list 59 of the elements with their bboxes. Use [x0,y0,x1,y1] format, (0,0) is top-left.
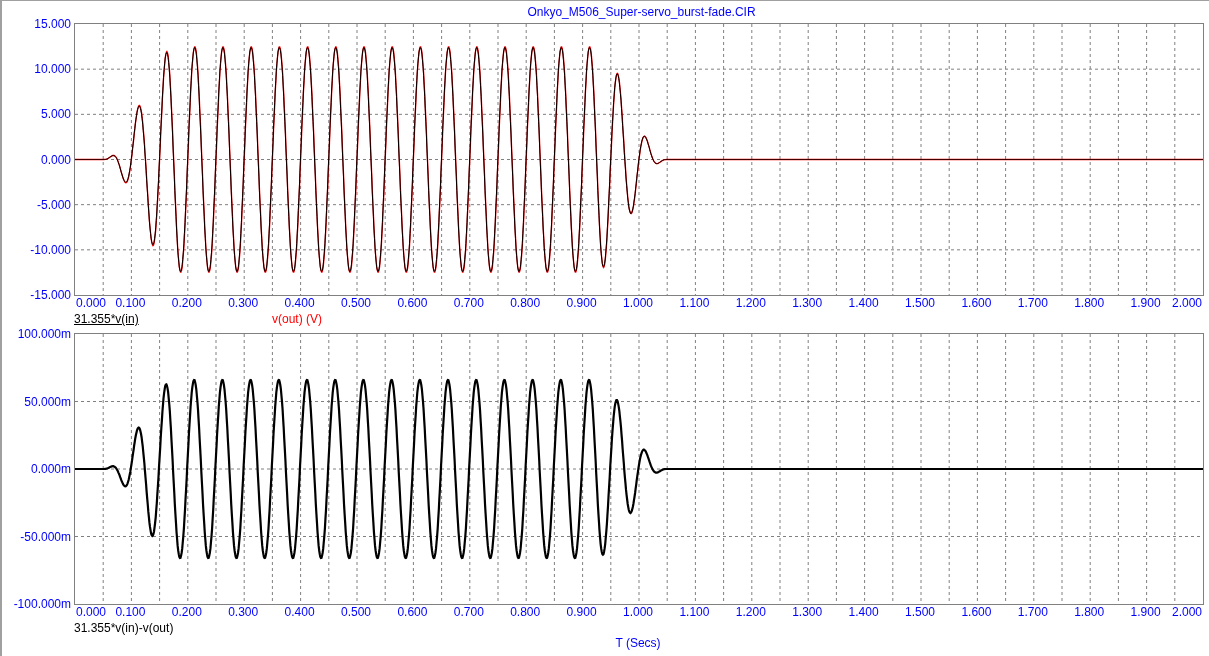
y-tick-label: 5.000 [40,108,71,121]
x-tick-label: 0.400 [284,297,315,309]
x-tick-label: 0.700 [453,297,484,309]
y-tick-label: -10.000 [30,243,71,256]
x-tick-label: 1.300 [792,297,823,309]
x-tick-label: 1.500 [905,606,935,618]
x-tick-label: 1.100 [679,297,710,309]
x-tick-label: 1.100 [679,606,710,618]
x-tick-label: 1.700 [1017,297,1048,309]
x-tick-label: 1.400 [848,297,879,309]
x-tick-label: 0.900 [566,606,597,618]
trace-legend: 31.355*v(in) [74,313,139,325]
y-tick-label: 10.000 [34,63,71,76]
x-axis-title: T (Secs) [615,637,661,649]
x-tick-label: 0.600 [397,606,428,618]
x-tick-label: 1.800 [1074,297,1105,309]
y-tick-label: -15.000 [30,289,71,301]
x-tick-label: 1.200 [735,606,766,618]
x-tick-label: 0.900 [566,297,597,309]
trace-legend: 31.355*v(in)-v(out) [74,622,174,634]
x-tick-label: 1.600 [961,606,992,618]
y-tick-label: 15.000 [34,18,71,30]
x-tick-label: 0.100 [115,606,146,618]
y-tick-label: 50.000m [24,395,71,408]
x-tick-label: 2.000 [1171,297,1202,309]
y-tick-label: 0.000m [30,463,71,475]
x-tick-label: 1.500 [905,297,935,309]
x-tick-label: 1.900 [1130,606,1161,618]
x-tick-label: 0.200 [171,297,202,309]
x-tick-label: 0.700 [453,606,484,618]
y-tick-label: -5.000 [36,198,71,211]
x-tick-label: 0.800 [510,297,541,309]
x-tick-label: 0.500 [341,606,371,618]
y-tick-label: -50.000m [20,530,71,543]
x-tick-label: 0.300 [228,297,259,309]
x-tick-label: 1.600 [961,297,992,309]
x-tick-label: 1.700 [1017,606,1048,618]
window-title: Onkyo_M506_Super-servo_burst-fade.CIR [526,6,756,18]
x-tick-label: 0.200 [171,606,202,618]
x-tick-label: 0.000 [76,297,107,309]
x-tick-label: 0.800 [510,606,541,618]
x-tick-label: 1.900 [1130,297,1161,309]
x-tick-label: 0.300 [228,606,259,618]
x-tick-label: 2.000 [1171,606,1202,618]
x-tick-label: 1.000 [623,606,653,618]
y-tick-label: 100.000m [17,328,71,340]
x-tick-label: 0.400 [284,606,315,618]
x-tick-label: 1.400 [848,606,879,618]
x-tick-label: 1.800 [1074,606,1105,618]
trace-legend: v(out) (V) [272,313,322,325]
x-tick-label: 0.000 [76,606,107,618]
y-tick-label: 0.000 [40,153,71,166]
x-tick-label: 1.200 [735,297,766,309]
y-tick-label: -100.000m [13,598,71,610]
x-tick-label: 0.500 [341,297,371,309]
x-tick-label: 0.100 [115,297,146,309]
x-tick-label: 1.300 [792,606,823,618]
x-tick-label: 1.000 [623,297,653,309]
x-tick-label: 0.600 [397,297,428,309]
